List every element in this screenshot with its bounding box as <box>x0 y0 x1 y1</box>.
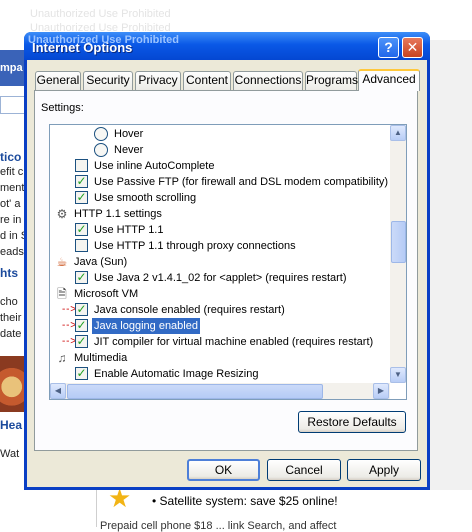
gears-icon: ⚙ <box>56 207 68 221</box>
tree-row-label: Use Passive FTP (for firewall and DSL mo… <box>94 176 389 188</box>
tree-row-inline-autocomplete[interactable]: Use inline AutoComplete <box>50 158 388 174</box>
background-fragment: hts <box>0 266 18 280</box>
background-promo-partial: Prepaid cell phone $18 ... link Search, … <box>100 520 337 532</box>
tree-group-multimedia: ♫ Multimedia <box>50 350 388 366</box>
background-fragment: eads <box>0 246 24 258</box>
background-fragment: mpa <box>0 62 23 74</box>
close-button[interactable]: ✕ <box>402 37 423 58</box>
vertical-scrollbar[interactable]: ▲ ▼ <box>390 125 406 383</box>
horizontal-scrollbar[interactable]: ◀ ▶ <box>50 383 390 399</box>
tree-group-label: HTTP 1.1 settings <box>74 208 162 220</box>
red-arrow-annotation: - - > <box>62 320 76 331</box>
tree-group-microsoft-vm: 🗎 Microsoft VM <box>50 286 388 302</box>
tree-row-passive-ftp[interactable]: ✓ Use Passive FTP (for firewall and DSL … <box>50 174 388 190</box>
background-page-header: Unauthorized Use Prohibited Unauthorized… <box>0 0 472 34</box>
tree-group-label: Java (Sun) <box>74 256 128 268</box>
tree-row-smooth-scrolling[interactable]: ✓ Use smooth scrolling <box>50 190 388 206</box>
tree-row-never[interactable]: Never <box>50 142 388 158</box>
tab-privacy[interactable]: Privacy <box>135 71 181 90</box>
checkbox-checked[interactable]: ✓ <box>75 191 88 204</box>
red-arrow-annotation: - - > <box>62 336 76 347</box>
radio-button[interactable] <box>94 127 108 141</box>
background-ghost-text: Unauthorized Use Prohibited <box>30 8 171 20</box>
background-fragment: tico <box>0 150 22 164</box>
background-fragment: ot' a <box>0 198 21 210</box>
tab-advanced[interactable]: Advanced <box>358 69 420 91</box>
background-promo-text: • Satellite system: save $25 online! <box>152 494 338 508</box>
window-title: Internet Options <box>32 40 133 55</box>
red-arrow-annotation: - - > <box>62 304 76 315</box>
ok-button[interactable]: OK <box>187 459 260 481</box>
settings-label: Settings: <box>41 102 84 114</box>
tree-group-http: ⚙ HTTP 1.1 settings <box>50 206 388 222</box>
apply-button[interactable]: Apply <box>347 459 421 481</box>
multimedia-icon: ♫ <box>57 351 67 365</box>
tree-row-use-http11[interactable]: ✓ Use HTTP 1.1 <box>50 222 388 238</box>
tree-row-label: Never <box>114 144 144 156</box>
checkbox-checked[interactable]: ✓ <box>75 367 88 380</box>
java-icon: ☕ <box>56 255 68 269</box>
tree-row-java-console[interactable]: - - > ✓ Java console enabled (requires r… <box>50 302 388 318</box>
checkbox-checked[interactable]: ✓ <box>75 319 88 332</box>
internet-options-dialog: Unauthorized Use Prohibited Internet Opt… <box>24 32 430 490</box>
horizontal-scroll-thumb[interactable] <box>67 384 323 399</box>
checkbox-checked[interactable]: ✓ <box>75 303 88 316</box>
checkbox-unchecked[interactable] <box>75 239 88 252</box>
background-right-panel <box>428 40 472 490</box>
tree-group-java-sun: ☕ Java (Sun) <box>50 254 388 270</box>
tab-content[interactable]: Content <box>183 71 231 90</box>
background-food-photo <box>0 356 26 412</box>
scroll-right-button[interactable]: ▶ <box>373 383 389 399</box>
background-fragment: date <box>0 328 22 340</box>
vertical-scroll-thumb[interactable] <box>391 221 406 263</box>
background-fragment: d in S <box>0 230 26 242</box>
tree-row-label: JIT compiler for virtual machine enabled… <box>94 336 374 348</box>
background-fragment: ment <box>0 182 25 194</box>
checkbox-checked[interactable]: ✓ <box>75 223 88 236</box>
tree-row-image-resizing[interactable]: ✓ Enable Automatic Image Resizing <box>50 366 388 382</box>
background-fragment: Hea <box>0 418 23 432</box>
tab-connections[interactable]: Connections <box>233 71 303 90</box>
scroll-up-button[interactable]: ▲ <box>390 125 406 141</box>
tree-group-label: Multimedia <box>74 352 128 364</box>
checkbox-checked[interactable]: ✓ <box>75 335 88 348</box>
help-button[interactable]: ? <box>378 37 399 58</box>
background-fragment: efit c <box>0 166 24 178</box>
title-bar[interactable]: Unauthorized Use Prohibited Internet Opt… <box>24 32 430 60</box>
checkbox-checked[interactable]: ✓ <box>75 175 88 188</box>
tab-security[interactable]: Security <box>83 71 133 90</box>
tree-row-jit-compiler[interactable]: - - > ✓ JIT compiler for virtual machine… <box>50 334 388 350</box>
document-icon: 🗎 <box>57 287 67 301</box>
tree-row-label: Use smooth scrolling <box>94 192 197 204</box>
tree-row-label: Use Java 2 v1.4.1_02 for <applet> (requi… <box>94 272 347 284</box>
background-fragment: their <box>0 312 22 324</box>
tree-row-label-selected: Java logging enabled <box>92 318 200 334</box>
background-fragment: cho <box>0 296 18 308</box>
tree-group-label: Microsoft VM <box>74 288 139 300</box>
settings-tree[interactable]: Hover Never Use inline AutoComplete ✓ Us… <box>49 124 407 400</box>
tab-programs[interactable]: Programs <box>305 71 358 90</box>
tree-row-label: Use HTTP 1.1 through proxy connections <box>94 240 296 252</box>
tree-row-label: Java console enabled (requires restart) <box>94 304 285 316</box>
scroll-down-button[interactable]: ▼ <box>390 367 406 383</box>
checkbox-checked[interactable]: ✓ <box>75 271 88 284</box>
background-fragment: Wat <box>0 448 20 460</box>
tree-row-label: Enable Automatic Image Resizing <box>94 368 259 380</box>
tab-general[interactable]: General <box>35 71 81 90</box>
tree-row-java-logging[interactable]: - - > ✓ Java logging enabled <box>50 318 388 334</box>
tree-row-label: Use HTTP 1.1 <box>94 224 164 236</box>
background-fragment: re in <box>0 214 22 226</box>
cancel-button[interactable]: Cancel <box>267 459 341 481</box>
tree-row-use-java2[interactable]: ✓ Use Java 2 v1.4.1_02 for <applet> (req… <box>50 270 388 286</box>
radio-button[interactable] <box>94 143 108 157</box>
tree-row-label: Hover <box>114 128 144 140</box>
tree-row-hover[interactable]: Hover <box>50 126 388 142</box>
checkbox-unchecked[interactable] <box>75 159 88 172</box>
restore-defaults-button[interactable]: Restore Defaults <box>298 411 406 433</box>
tree-row-http11-proxy[interactable]: Use HTTP 1.1 through proxy connections <box>50 238 388 254</box>
scroll-left-button[interactable]: ◀ <box>50 383 66 399</box>
tree-row-label: Use inline AutoComplete <box>94 160 215 172</box>
